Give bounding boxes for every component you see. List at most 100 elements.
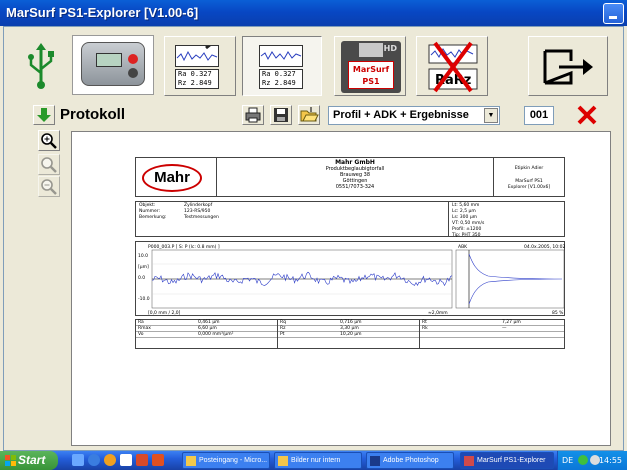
result-value: 0,000 mm³/µm²: [198, 332, 234, 337]
app-client-area: Ra 0.327 Rz 2.849 Ra 0.327 Rz 2.849 HD M…: [3, 26, 624, 451]
envelope-icon: [186, 456, 196, 466]
usb-icon[interactable]: [26, 43, 56, 89]
folder-open-icon: [300, 107, 319, 122]
info-right: Lt: 5,60 mm Lc: 2,5 µm Ls: 300 µm VT: 0,…: [448, 202, 564, 238]
rz-value: Rz 2.849: [262, 79, 296, 87]
load-button[interactable]: [33, 105, 55, 125]
results-col: Ra 0,461 µm Rmax 6,60 µm Vo 0,000 mm³/µm²: [136, 320, 278, 348]
profile-edit-values: Ra 0.327 Rz 2.849: [175, 69, 219, 89]
report-company: Mahr GmbH Produktbeglaubigtorfall Brauwe…: [216, 158, 494, 196]
task-folder[interactable]: Bilder nur intern: [274, 452, 362, 469]
exit-icon: [543, 49, 593, 85]
ra-value: Ra 0.327: [262, 70, 296, 78]
mahr-logo: Mahr: [142, 164, 202, 192]
disk-label: MarSurf PS1: [348, 61, 394, 89]
save-disk-button[interactable]: HD MarSurf PS1: [334, 36, 406, 96]
page-number-field[interactable]: 001: [524, 106, 554, 125]
device-button[interactable]: [72, 35, 154, 95]
system-tray: DE 14:55: [557, 451, 627, 470]
results-col: Rt 7,27 µm Rk —: [420, 320, 564, 348]
start-button[interactable]: Start: [0, 451, 58, 470]
edit-profile-button[interactable]: Ra 0.327 Rz 2.849: [164, 36, 236, 96]
clock[interactable]: 14:55: [599, 456, 622, 465]
quicklaunch-app2-icon[interactable]: [152, 454, 164, 466]
report-header-right: Etipkin Adier MarSurf PS1 Explorer [V1.0…: [494, 158, 564, 196]
close-protocol-icon[interactable]: [576, 104, 598, 126]
tray-network-icon[interactable]: [578, 455, 588, 465]
windows-flag-icon: [5, 455, 16, 466]
printer-icon: [245, 107, 261, 123]
report-page: Mahr Mahr GmbH Produktbeglaubigtorfall B…: [135, 157, 566, 382]
profile-graph-svg: P000_003.P [ S: P (lc: 0.8 mm) ] ABK 04.…: [138, 244, 566, 316]
task-marsurf[interactable]: MarSurf PS1-Explorer: [460, 452, 554, 469]
task-label: Adobe Photoshop: [383, 457, 439, 464]
device-red-button: [128, 54, 138, 64]
report-viewer[interactable]: Mahr Mahr GmbH Produktbeglaubigtorfall B…: [71, 131, 611, 446]
graph-tick: [µm]: [138, 264, 149, 270]
report-info: Objekt: Zylinderkopf Nummer: 123-RS/950 Be…: [135, 201, 565, 238]
floppy-disk-icon: HD MarSurf PS1: [341, 41, 401, 93]
device-black-button: [128, 68, 138, 78]
save-button[interactable]: [270, 105, 292, 125]
info-label: Bemerkung:: [139, 215, 167, 220]
marsurf-icon: [464, 456, 474, 466]
ra-value: Ra 0.327: [178, 70, 212, 78]
quicklaunch-app-icon[interactable]: [136, 454, 148, 466]
device-screen: [96, 53, 122, 67]
disk-shutter: [359, 43, 383, 57]
graph-header-left: P000_003.P [ S: P (lc: 0.8 mm) ]: [148, 244, 220, 250]
profile-graph: P000_003.P [ S: P (lc: 0.8 mm) ] ABK 04.…: [135, 241, 566, 316]
company-line: 0551/7073-324: [335, 184, 375, 190]
device-image: [81, 42, 145, 86]
delete-measurement-button[interactable]: RaRz: [416, 36, 488, 96]
photoshop-icon: [370, 456, 380, 466]
graph-tick: -10.0: [138, 296, 150, 302]
graph-header-right: 04.0x.2005, 10:02: [524, 244, 566, 250]
quicklaunch-desktop-icon[interactable]: [72, 454, 84, 466]
operator-name: Etipkin Adier: [514, 166, 544, 171]
zoom-out-button[interactable]: [38, 176, 60, 197]
quicklaunch-ie-icon[interactable]: [88, 454, 100, 466]
open-button[interactable]: [298, 105, 320, 125]
delete-values-icon: RaRz: [428, 41, 478, 93]
protocol-format-select[interactable]: Profil + ADK + Ergebnisse ▼: [328, 106, 500, 125]
quicklaunch-media-icon[interactable]: [104, 454, 116, 466]
window-title: MarSurf PS1-Explorer [V1.00-6]: [6, 5, 199, 20]
mahr-logo-text: Mahr: [154, 169, 190, 186]
minimize-button[interactable]: [603, 3, 624, 24]
zoom-reset-button[interactable]: [38, 154, 60, 175]
graph-footer-mid: ≈2,0mm: [428, 310, 448, 316]
result-value: —: [502, 326, 507, 331]
show-profile-button[interactable]: Ra 0.327 Rz 2.849: [242, 36, 322, 96]
profile-icon: [259, 45, 303, 67]
report-header: Mahr Mahr GmbH Produktbeglaubigtorfall B…: [135, 157, 565, 197]
result-value: 10,20 µm: [340, 332, 362, 337]
info-left: Objekt: Zylinderkopf Nummer: 123-RS/950 Be…: [139, 203, 219, 221]
start-label: Start: [18, 453, 46, 467]
language-indicator[interactable]: DE: [562, 456, 573, 465]
arrow-down-icon: [37, 108, 51, 122]
profile-edit-icon: [175, 38, 219, 67]
window-titlebar[interactable]: MarSurf PS1-Explorer [V1.00-6]: [0, 0, 627, 26]
task-label: MarSurf PS1-Explorer: [477, 457, 546, 464]
result-label: Pt: [280, 332, 285, 337]
task-photoshop[interactable]: Adobe Photoshop: [366, 452, 454, 469]
print-button[interactable]: [242, 105, 264, 125]
rz-value: Rz 2.849: [178, 79, 212, 87]
folder-icon: [278, 456, 288, 466]
zoom-in-button[interactable]: [38, 130, 60, 151]
task-outlook[interactable]: Posteingang - Micro...: [182, 452, 270, 469]
exit-button[interactable]: [528, 36, 608, 96]
taskbar: Start Posteingang - Micro... Bilder nur …: [0, 451, 627, 470]
protocol-title: Protokoll: [60, 106, 126, 123]
quicklaunch-document-icon[interactable]: [120, 454, 132, 466]
abk-curve: [468, 253, 563, 305]
task-label: Bilder nur intern: [291, 457, 341, 464]
param-line: Tip: PHT 350: [452, 233, 481, 238]
zoom-icon: [41, 157, 57, 173]
results-table: Ra 0,461 µm Rmax 6,60 µm Vo 0,000 mm³/µm² R…: [135, 319, 565, 349]
graph-header-mid: ABK: [458, 244, 468, 250]
disk-hd-label: HD: [383, 44, 397, 53]
dropdown-arrow-icon[interactable]: ▼: [484, 108, 498, 123]
info-value: Testmessungen: [184, 215, 219, 220]
